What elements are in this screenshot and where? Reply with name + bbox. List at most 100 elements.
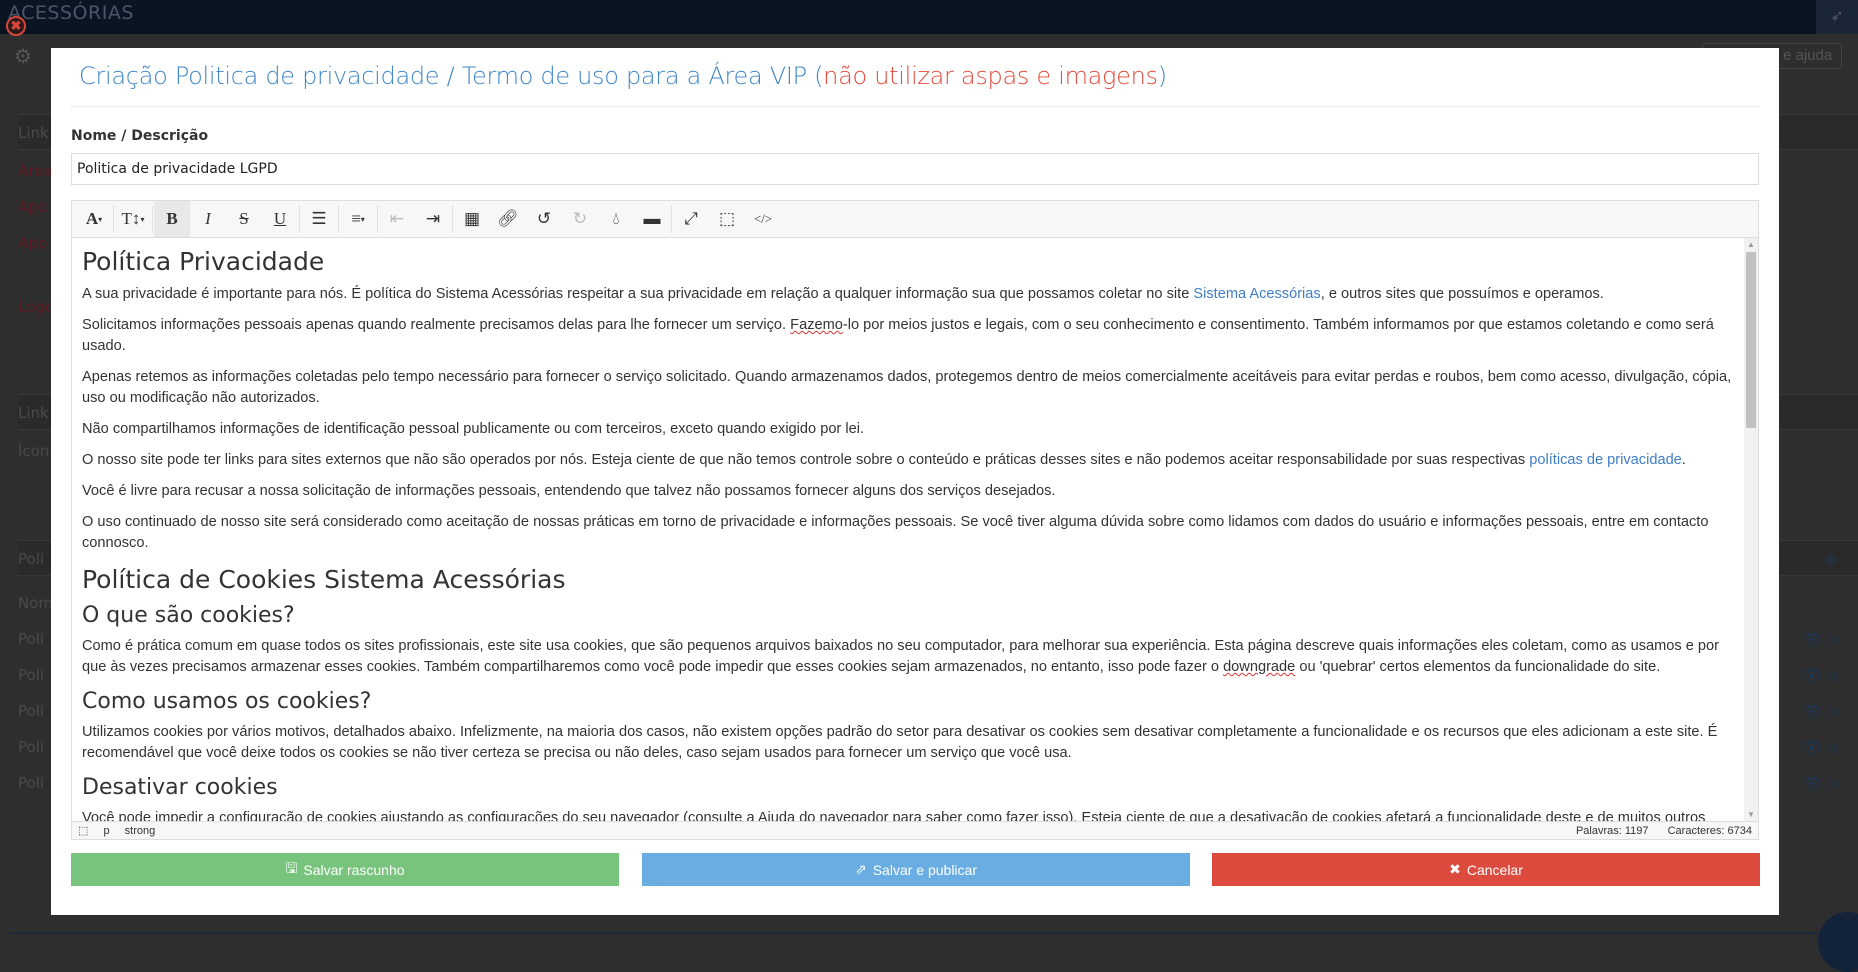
text: Solicitamos informações pessoais apenas … <box>82 317 791 333</box>
rocket-icon[interactable]: ➶ <box>1816 0 1858 34</box>
modal-title: Criação Politica de privacidade / Termo … <box>79 62 1167 90</box>
eye-icon[interactable]: 👁 ⧉ <box>1802 702 1838 722</box>
element-path: ⬚ p strong <box>78 824 167 837</box>
paragraph: Você pode impedir a configuração de cook… <box>82 810 1706 821</box>
heading: Política Privacidade <box>82 247 325 276</box>
eye-icon[interactable]: 👁 ⧉ <box>1802 774 1838 794</box>
text-size-icon[interactable]: T↕ ▾ <box>115 201 151 237</box>
close-icon: ✖ <box>1449 861 1461 877</box>
bg-link: Área <box>18 162 53 180</box>
text: O nosso site pode ter links para sites e… <box>82 452 1530 468</box>
text: , e outros sites que possuímos e operamo… <box>1320 286 1604 302</box>
eye-icon[interactable]: 👁 ⧉ <box>1802 630 1838 650</box>
editor-statusbar: ⬚ p strong Palavras: 1197 Caracteres: 67… <box>72 821 1758 839</box>
paragraph: Como é prática comum em quase todos os s… <box>82 636 1734 678</box>
select-all-icon[interactable]: ⬚ <box>709 201 745 237</box>
paragraph: O nosso site pode ter links para sites e… <box>82 450 1734 471</box>
gear-icon[interactable]: ⚙ <box>14 44 32 69</box>
scroll-up-icon[interactable]: ▲ <box>1747 240 1755 249</box>
save-publish-button[interactable]: ⇗ Salvar e publicar <box>642 853 1190 886</box>
bg-link: Logo <box>18 298 54 316</box>
policy-modal: Criação Politica de privacidade / Termo … <box>51 48 1779 915</box>
top-bar: ACESSÓRIAS ➶ <box>0 0 1858 34</box>
link[interactable]: políticas de privacidade <box>1529 452 1682 468</box>
color-drop-icon[interactable]: 💧︎ <box>598 201 634 237</box>
text: ou 'quebrar' certos elementos da funcion… <box>1295 659 1661 675</box>
indent-icon[interactable]: ⇥ <box>415 201 451 237</box>
bg-text: Poli <box>18 666 45 684</box>
misspelled-word: downgrade <box>1223 659 1296 675</box>
outdent-icon[interactable]: ⇤ <box>379 201 415 237</box>
scrollbar-thumb[interactable] <box>1746 252 1756 428</box>
word-counts: Palavras: 1197 Caracteres: 6734 <box>1560 825 1752 837</box>
button-label: Cancelar <box>1466 861 1523 878</box>
bg-text: Poli <box>18 738 45 756</box>
link[interactable]: Sistema Acessórias <box>1193 286 1320 302</box>
bg-text: Ícon <box>18 442 50 460</box>
bold-icon[interactable]: B <box>154 201 190 237</box>
strikethrough-icon[interactable]: S <box>226 201 262 237</box>
paragraph: Você é livre para recusar a nossa solici… <box>82 483 1056 499</box>
button-label: Salvar e publicar <box>872 861 977 878</box>
rich-text-editor: A ▾ T↕ ▾ B I S U ☰ ≡ ▾ ⇤ ⇥ ▦ 🔗︎ ↺ ↻ 💧︎ ▬ ⤢ … <box>71 200 1759 840</box>
title-text: ) <box>1157 62 1167 90</box>
redo-icon[interactable]: ↻ <box>562 201 598 237</box>
title-text: Criação Politica de privacidade / Termo … <box>79 62 824 90</box>
name-input[interactable] <box>71 153 1759 185</box>
bg-link: App <box>18 234 48 252</box>
subheading: Como usamos os cookies? <box>82 689 372 714</box>
paragraph: A sua privacidade é importante para nós.… <box>82 284 1734 305</box>
button-label: Salvar rascunho <box>303 861 405 878</box>
italic-icon[interactable]: I <box>190 201 226 237</box>
floppy-icon: 🖫 <box>285 859 298 876</box>
text: . <box>1681 452 1686 468</box>
bg-text: Poli <box>18 550 45 568</box>
fullscreen-icon[interactable]: ⤢ <box>673 201 709 237</box>
editor-scrollbar[interactable]: ▲ ▼ <box>1744 238 1758 821</box>
bullet-list-icon[interactable]: ☰ <box>301 201 337 237</box>
brand-title: ACESSÓRIAS <box>8 2 134 24</box>
font-icon[interactable]: A ▾ <box>76 201 112 237</box>
close-icon[interactable]: ✖ <box>6 16 26 36</box>
table-icon[interactable]: ▦ <box>454 201 490 237</box>
bg-link: App <box>18 198 48 216</box>
heading: Política de Cookies Sistema Acessórias <box>82 565 566 594</box>
text: A sua privacidade é importante para nós.… <box>82 286 1194 302</box>
horizontal-rule-icon[interactable]: ▬ <box>634 201 670 237</box>
align-icon[interactable]: ≡ ▾ <box>340 201 376 237</box>
subheading: Desativar cookies <box>82 775 278 800</box>
link-icon[interactable]: 🔗︎ <box>490 201 526 237</box>
bg-text: Poli <box>18 774 45 792</box>
paragraph: O uso continuado de nosso site será cons… <box>82 514 1709 551</box>
title-warning: não utilizar aspas e imagens <box>823 62 1158 90</box>
editor-toolbar: A ▾ T↕ ▾ B I S U ☰ ≡ ▾ ⇤ ⇥ ▦ 🔗︎ ↺ ↻ 💧︎ ▬ ⤢ … <box>72 201 1758 238</box>
cancel-button[interactable]: ✖ Cancelar <box>1212 853 1760 886</box>
word-count: Palavras: 1197 <box>1575 824 1649 837</box>
paragraph: Apenas retemos as informações coletadas … <box>82 369 1732 406</box>
path-item[interactable]: p <box>103 825 109 837</box>
paragraph: Não compartilhamos informações de identi… <box>82 421 865 437</box>
underline-icon[interactable]: U <box>262 201 298 237</box>
subheading: O que são cookies? <box>82 603 295 628</box>
path-item[interactable]: strong <box>125 825 156 837</box>
bg-text: Link <box>18 404 49 422</box>
bg-text: Poli <box>18 630 45 648</box>
add-circle-icon[interactable]: ⊕ <box>1825 550 1838 570</box>
eye-icon[interactable]: 👁 ⧉ <box>1802 666 1838 686</box>
scroll-down-icon[interactable]: ▼ <box>1747 810 1755 819</box>
editor-content[interactable]: Política Privacidade A sua privacidade é… <box>72 238 1758 821</box>
paragraph: Utilizamos cookies por vários motivos, d… <box>82 724 1718 761</box>
divider <box>10 932 1840 934</box>
save-draft-button[interactable]: 🖫 Salvar rascunho <box>71 853 619 886</box>
code-view-icon[interactable]: </> <box>745 201 781 237</box>
share-icon: ⇗ <box>854 861 867 877</box>
bg-text: Nom <box>18 594 54 612</box>
select-all-icon[interactable]: ⬚ <box>78 825 88 837</box>
char-count: Caracteres: 6734 <box>1667 824 1752 837</box>
bg-text: Link <box>18 124 49 142</box>
undo-icon[interactable]: ↺ <box>526 201 562 237</box>
fab-button[interactable] <box>1818 912 1858 972</box>
paragraph: Solicitamos informações pessoais apenas … <box>82 315 1734 357</box>
eye-icon[interactable]: 👁 ⧉ <box>1802 738 1838 758</box>
name-label: Nome / Descrição <box>71 128 209 144</box>
